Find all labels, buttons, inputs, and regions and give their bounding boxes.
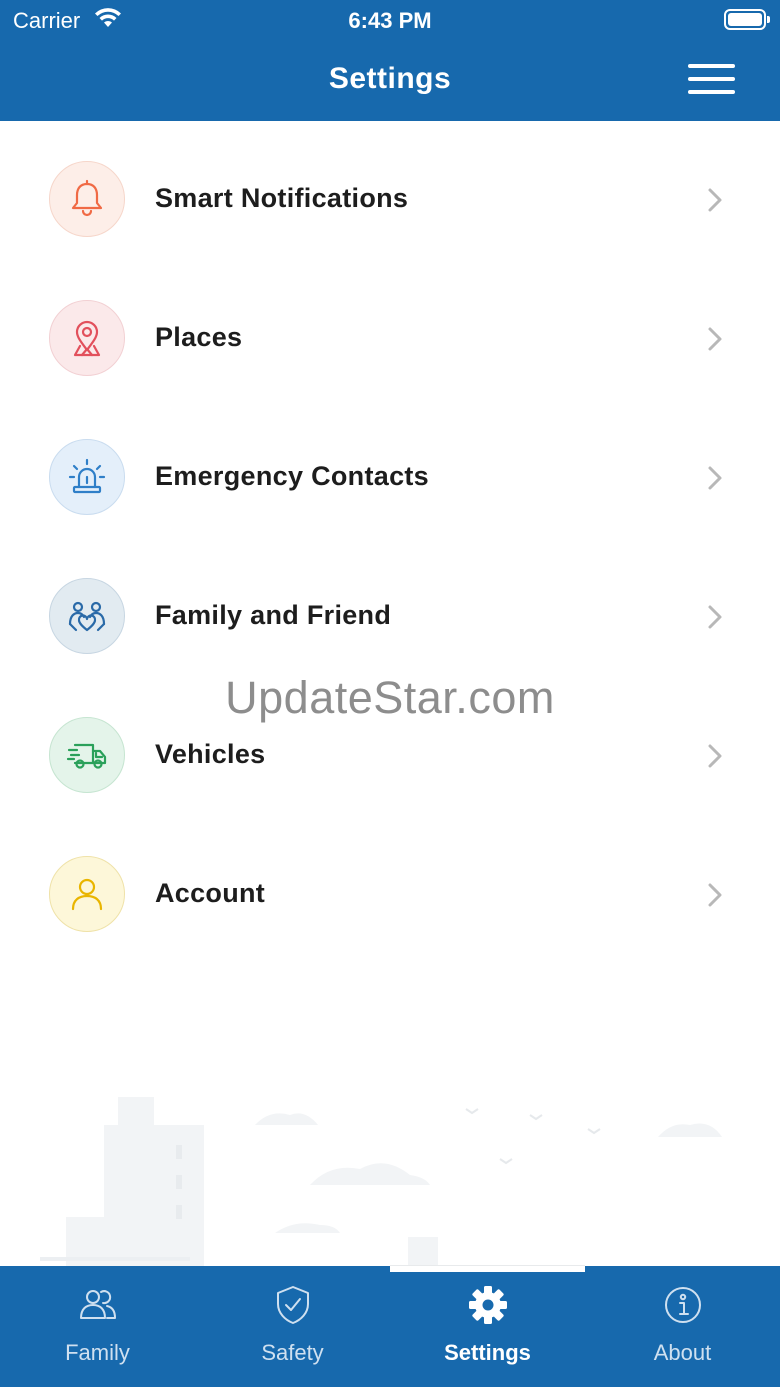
map-pin-icon	[49, 300, 125, 376]
battery-icon	[724, 9, 770, 30]
gear-icon	[469, 1286, 507, 1324]
background-city-illustration	[40, 1097, 722, 1270]
page-title: Settings	[328, 62, 452, 95]
shield-check-icon	[277, 1286, 309, 1324]
settings-row-places[interactable]: Places	[0, 270, 780, 409]
status-bar: Carrier 6:43 PM	[0, 0, 780, 40]
settings-row-label: Vehicles	[155, 739, 266, 769]
top-navigation-bar: Carrier 6:43 PM Settings	[0, 0, 780, 121]
tab-label: Family	[65, 1340, 130, 1365]
tab-label: Safety	[261, 1340, 324, 1365]
tab-about[interactable]: About	[585, 1266, 780, 1387]
family-tab-icon	[80, 1290, 116, 1319]
chevron-right-icon	[708, 883, 722, 907]
tab-label: About	[653, 1340, 712, 1365]
tab-family[interactable]: Family	[0, 1266, 195, 1387]
settings-row-family-and-friend[interactable]: Family and Friend	[0, 548, 780, 687]
settings-row-account[interactable]: Account	[0, 826, 780, 965]
chevron-right-icon	[708, 605, 722, 629]
info-icon	[665, 1287, 701, 1323]
tab-safety[interactable]: Safety	[195, 1266, 390, 1387]
siren-icon	[49, 439, 125, 515]
tab-label: Settings	[444, 1340, 531, 1365]
chevron-right-icon	[708, 744, 722, 768]
chevron-right-icon	[708, 466, 722, 490]
settings-row-emergency-contacts[interactable]: Emergency Contacts	[0, 409, 780, 548]
settings-row-label: Places	[155, 322, 243, 352]
status-time: 6:43 PM	[348, 8, 432, 33]
chevron-right-icon	[708, 327, 722, 351]
settings-row-label: Emergency Contacts	[155, 461, 429, 491]
bell-icon	[49, 161, 125, 237]
settings-row-label: Smart Notifications	[155, 183, 409, 213]
truck-icon	[49, 717, 125, 793]
settings-row-smart-notifications[interactable]: Smart Notifications	[0, 131, 780, 270]
settings-row-label: Account	[155, 878, 266, 908]
active-tab-indicator	[390, 1266, 585, 1272]
watermark-text: UpdateStar.com	[225, 672, 555, 723]
chevron-right-icon	[708, 188, 722, 212]
settings-row-label: Family and Friend	[155, 600, 392, 630]
user-icon	[49, 856, 125, 932]
tab-settings[interactable]: Settings	[390, 1266, 585, 1387]
bottom-tab-bar: Family Safety Settings About	[0, 1266, 780, 1387]
family-icon	[49, 578, 125, 654]
hamburger-icon[interactable]	[688, 64, 736, 94]
